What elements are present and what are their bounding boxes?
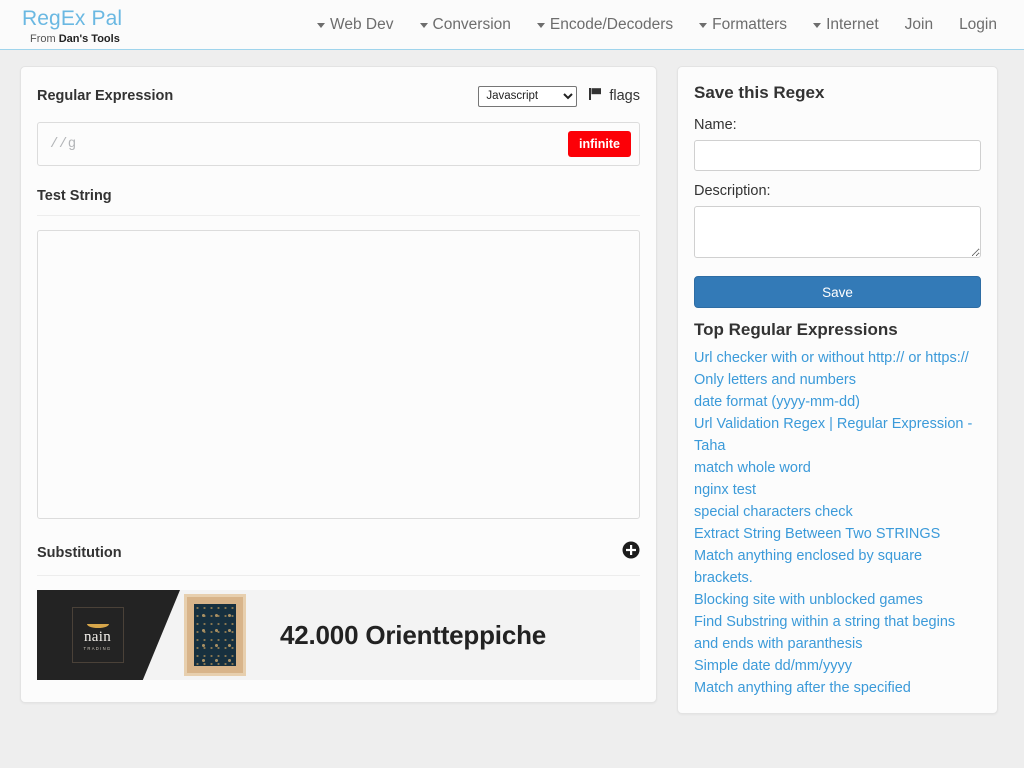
regex-header-controls: JavascriptPythonPCRE (PHP)GolangJava 8.N… (478, 85, 640, 107)
flag-icon (589, 87, 604, 105)
top-expression-item[interactable]: Match anything enclosed by square bracke… (694, 545, 981, 589)
nav-item-login[interactable]: Login (946, 0, 1010, 50)
brand-prefix: From (30, 33, 59, 45)
description-input[interactable] (694, 206, 981, 258)
page-body: Regular Expression JavascriptPythonPCRE … (0, 50, 1024, 714)
top-expression-item[interactable]: Extract String Between Two STRINGS (694, 523, 981, 545)
test-string-block: Test String (37, 166, 640, 519)
rug-field (194, 604, 236, 666)
rug-pattern (194, 604, 236, 666)
infinite-button[interactable]: infinite (568, 130, 631, 158)
nav-item-label: Internet (826, 15, 879, 33)
flags-label: flags (609, 88, 640, 104)
top-expression-item[interactable]: Url Validation Regex | Regular Expressio… (694, 413, 981, 457)
top-expression-item[interactable]: Url checker with or without http:// or h… (694, 347, 981, 369)
persian-rug-image (184, 594, 246, 676)
chevron-down-icon (699, 23, 708, 28)
save-panel-title: Save this Regex (694, 83, 825, 102)
top-expression-item[interactable]: nginx test (694, 479, 981, 501)
nav-item-internet[interactable]: Internet (800, 0, 892, 50)
language-select[interactable]: JavascriptPythonPCRE (PHP)GolangJava 8.N… (478, 85, 578, 107)
nav-item-formatters[interactable]: Formatters (686, 0, 800, 50)
regex-header: Regular Expression JavascriptPythonPCRE … (37, 83, 640, 109)
nav-item-label: Join (904, 15, 934, 33)
nav-item-label: Encode/Decoders (549, 15, 674, 33)
ad-logo-area: nain TRADING (37, 590, 180, 680)
test-string-input[interactable] (37, 230, 640, 519)
top-expressions-title: Top Regular Expressions (694, 320, 898, 339)
flags-button[interactable]: flags (589, 87, 640, 105)
top-expression-item[interactable]: date format (yyyy-mm-dd) (694, 391, 981, 413)
nav-item-label: Conversion (432, 15, 511, 33)
top-expression-item[interactable]: match whole word (694, 457, 981, 479)
regex-input-wrap: infinite (37, 122, 640, 166)
chevron-down-icon (536, 23, 545, 28)
main-column: Regular Expression JavascriptPythonPCRE … (20, 66, 657, 703)
top-expression-item[interactable]: Simple date dd/mm/yyyy (694, 655, 981, 677)
nav-item-label: Web Dev (330, 15, 394, 33)
chevron-down-icon (813, 23, 822, 28)
top-navbar: RegEx Pal From Dan's Tools Web Dev Conver… (0, 0, 1024, 50)
nav-items: Web Dev Conversion Encode/Decoders Formatte… (230, 0, 1024, 49)
regex-input[interactable] (38, 123, 569, 165)
top-expressions-list: Url checker with or without http:// or h… (694, 347, 981, 699)
substitution-header: Substitution (37, 519, 640, 576)
plus-circle-icon[interactable] (622, 541, 640, 564)
ad-headline: 42.000 Orientteppiche (280, 619, 547, 650)
regex-section-title: Regular Expression (37, 88, 174, 104)
save-regex-panel: Save this Regex Name: Description: Save … (677, 66, 998, 714)
substitution-block: Substitution (37, 519, 640, 576)
sidebar-column: Save this Regex Name: Description: Save … (677, 66, 998, 714)
description-label: Description: (694, 183, 771, 199)
chevron-down-icon (419, 23, 428, 28)
brand-source: Dan's Tools (58, 33, 120, 45)
nav-item-join[interactable]: Join (892, 0, 946, 50)
test-string-header: Test String (37, 166, 640, 216)
top-expression-item[interactable]: Blocking site with unblocked games (694, 589, 981, 611)
name-input[interactable] (694, 140, 981, 171)
save-button[interactable]: Save (694, 276, 981, 308)
name-label: Name: (694, 117, 737, 133)
top-expression-item[interactable]: Find Substring within a string that begi… (694, 611, 981, 655)
top-expression-item[interactable]: Only letters and numbers (694, 369, 981, 391)
nav-item-encode-decoders[interactable]: Encode/Decoders (524, 0, 686, 50)
advertisement-banner[interactable]: nain TRADING 42.000 Orientteppiche (37, 590, 640, 680)
brand-subtitle: From Dan's Tools (22, 33, 230, 45)
top-expression-item[interactable]: Match anything after the specified (694, 677, 981, 699)
nav-item-conversion[interactable]: Conversion (407, 0, 524, 50)
brand-logo[interactable]: RegEx Pal From Dan's Tools (0, 0, 230, 49)
nav-item-web-dev[interactable]: Web Dev (304, 0, 406, 50)
substitution-title: Substitution (37, 544, 122, 561)
top-expression-item[interactable]: special characters check (694, 501, 981, 523)
ad-logo-sub: TRADING (83, 645, 112, 651)
ad-brand-logo: nain TRADING (71, 607, 124, 663)
swoosh-icon (86, 620, 109, 628)
ad-logo-name: nain (83, 628, 112, 645)
test-string-title: Test String (37, 188, 112, 204)
panel-footer-spacer (37, 680, 640, 702)
chevron-down-icon (317, 23, 326, 28)
nav-item-label: Formatters (712, 15, 788, 33)
brand-title: RegEx Pal (22, 7, 123, 30)
nav-item-label: Login (959, 15, 997, 33)
regex-panel: Regular Expression JavascriptPythonPCRE … (20, 66, 657, 703)
